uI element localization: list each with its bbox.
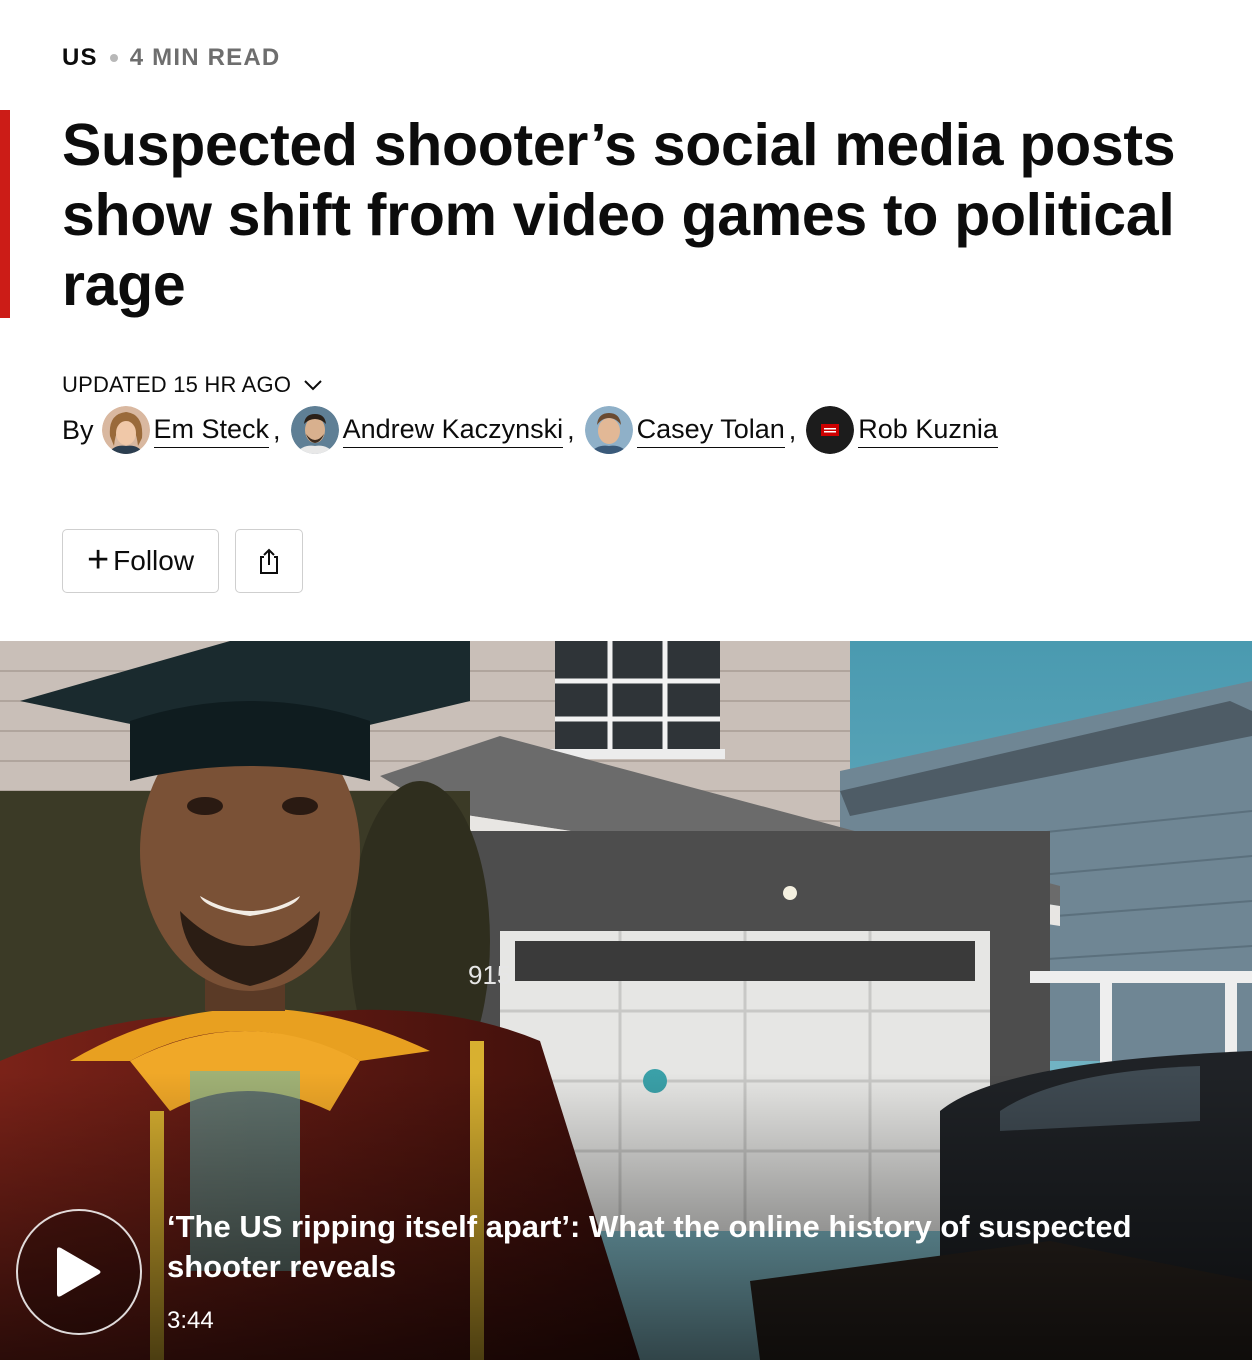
share-button[interactable]	[235, 529, 303, 593]
article-kicker: US 4 MIN READ	[62, 44, 280, 72]
author-andrew-kaczynski[interactable]: Andrew Kaczynski	[290, 406, 564, 454]
author-link[interactable]: Rob Kuznia	[858, 412, 998, 448]
author-link[interactable]: Casey Tolan	[636, 412, 785, 448]
author-casey-tolan[interactable]: Casey Tolan	[584, 406, 785, 454]
separator-dot	[109, 54, 118, 62]
follow-button[interactable]: + Follow	[62, 529, 219, 593]
author-avatar	[101, 406, 150, 454]
headline-accent-bar	[0, 110, 10, 318]
section-label[interactable]: US	[62, 44, 98, 72]
chevron-down-icon	[304, 380, 322, 391]
author-avatar	[290, 406, 339, 454]
play-icon	[57, 1247, 101, 1297]
author-separator: ,	[788, 414, 797, 445]
author-link[interactable]: Andrew Kaczynski	[342, 412, 564, 448]
author-link[interactable]: Em Steck	[153, 412, 270, 448]
video-title[interactable]: ‘The US ripping itself apart’: What the …	[167, 1207, 1227, 1287]
updated-label: UPDATED 15 HR AGO	[62, 372, 292, 397]
article-headline: Suspected shooter’s social media posts s…	[62, 112, 1176, 318]
byline: By Em Steck , Andrew Kaczynski , Casey T…	[62, 405, 998, 455]
video-duration: 3:44	[167, 1307, 214, 1334]
author-avatar-cnn-logo	[806, 406, 855, 454]
play-button[interactable]	[16, 1209, 142, 1335]
author-separator: ,	[567, 414, 575, 445]
share-icon	[260, 548, 278, 574]
author-em-steck[interactable]: Em Steck	[101, 406, 270, 454]
plus-icon: +	[86, 538, 110, 581]
article-actions: + Follow	[62, 529, 303, 593]
byline-prefix: By	[62, 414, 94, 445]
author-rob-kuznia[interactable]: Rob Kuznia	[806, 406, 998, 454]
author-separator: ,	[273, 414, 281, 445]
updated-timestamp[interactable]: UPDATED 15 HR AGO	[62, 372, 323, 398]
read-time: 4 MIN READ	[129, 44, 281, 71]
follow-label: Follow	[113, 545, 195, 576]
author-avatar	[584, 406, 633, 454]
video-player[interactable]: 915 ‘The US ripping itself apart’: What …	[0, 641, 1252, 1360]
